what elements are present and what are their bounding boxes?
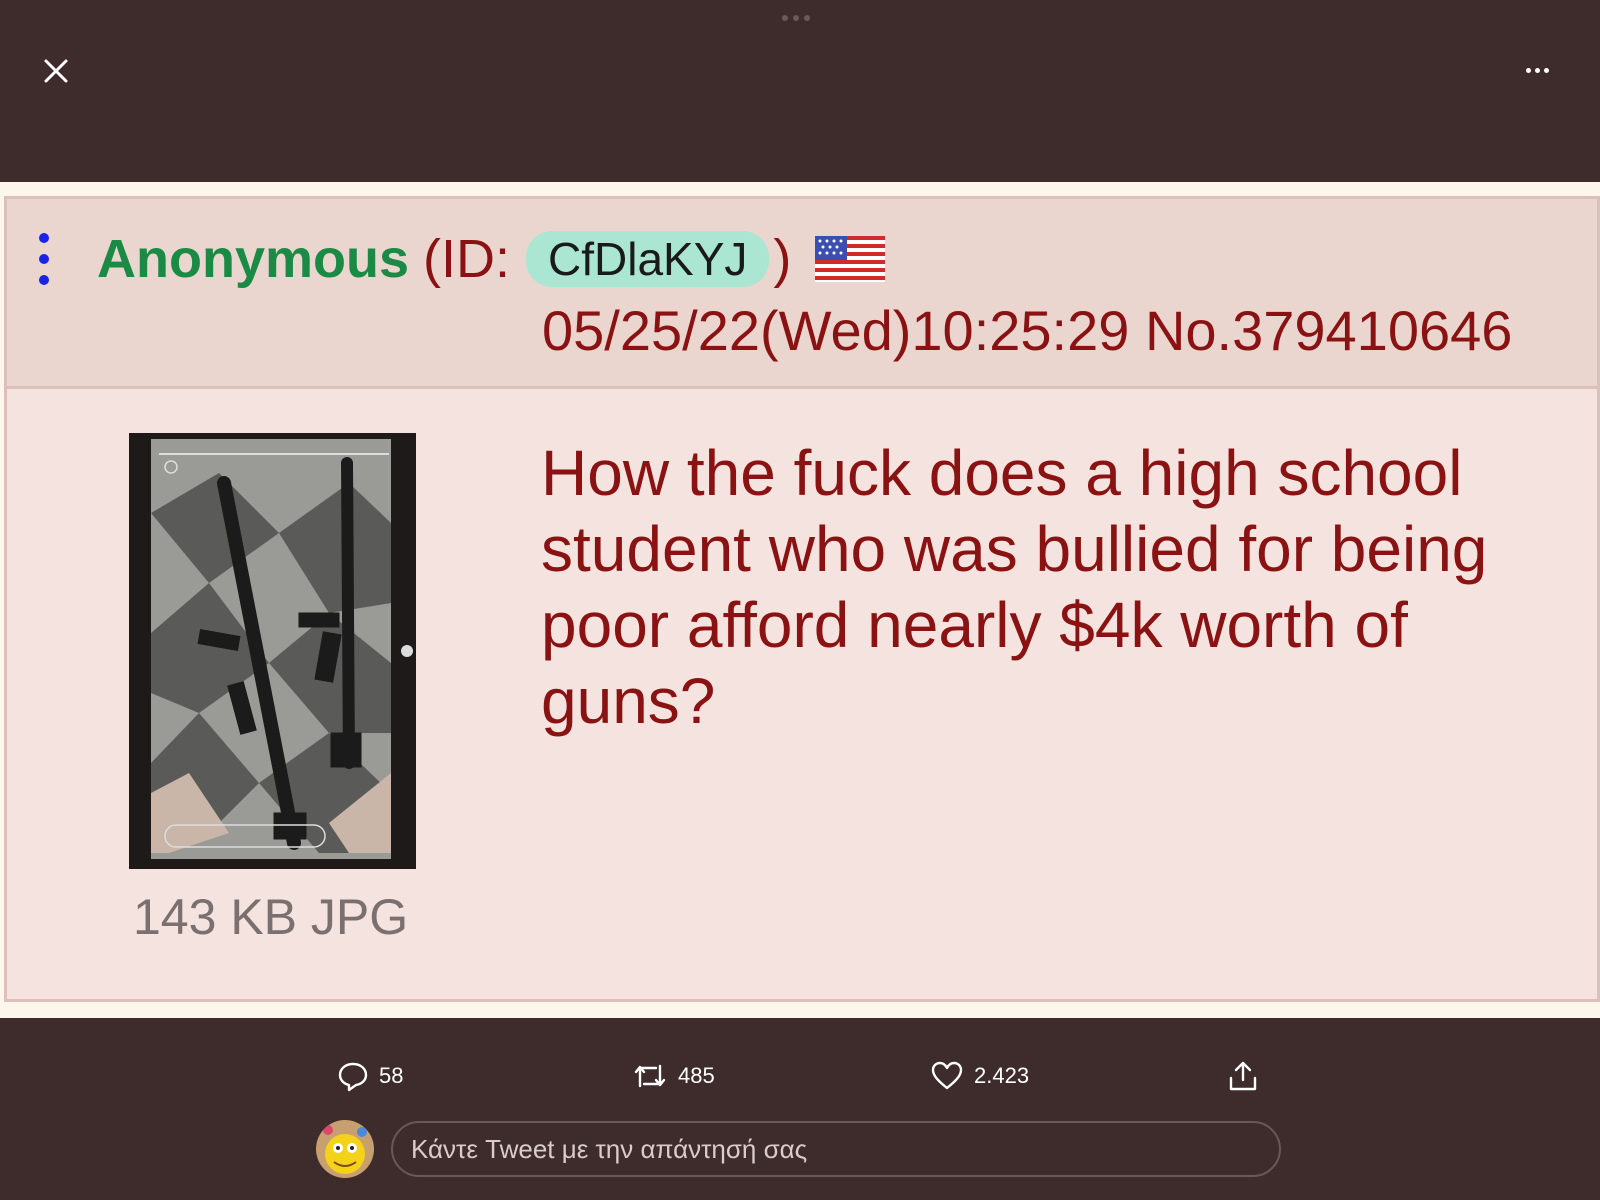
close-icon bbox=[44, 59, 68, 83]
author-name: Anonymous bbox=[97, 229, 410, 289]
more-options-button[interactable] bbox=[1526, 62, 1558, 78]
retweet-button[interactable]: 485 bbox=[632, 1056, 715, 1096]
like-button[interactable]: 2.423 bbox=[930, 1056, 1029, 1096]
author-line: Anonymous (ID: CfDlaKYJ ) bbox=[97, 229, 886, 289]
file-info: 143 KB JPG bbox=[133, 889, 409, 945]
drag-handle bbox=[782, 15, 810, 21]
share-button[interactable] bbox=[1227, 1056, 1259, 1096]
reply-count: 58 bbox=[379, 1063, 404, 1088]
post-datetime: 05/25/22(Wed)10:25:29 No.379410646 bbox=[542, 299, 1513, 362]
id-close: ) bbox=[773, 229, 792, 289]
retweet-count: 485 bbox=[678, 1063, 715, 1088]
tweet-actions: 58 485 2.423 bbox=[0, 1056, 1600, 1096]
like-count: 2.423 bbox=[974, 1063, 1030, 1088]
reply-input[interactable] bbox=[391, 1121, 1281, 1177]
us-flag-icon bbox=[815, 236, 886, 282]
retweet-icon bbox=[634, 1064, 666, 1088]
share-icon bbox=[1229, 1061, 1257, 1091]
poster-id: CfDlaKYJ bbox=[526, 231, 770, 287]
tweet-media-image[interactable]: Anonymous (ID: CfDlaKYJ ) 05/25/22(Wed)1… bbox=[0, 182, 1600, 1018]
reply-composer bbox=[316, 1118, 1286, 1180]
rifles-image bbox=[129, 433, 416, 869]
post-menu-icon bbox=[39, 233, 49, 285]
post-thumbnail[interactable] bbox=[129, 433, 416, 869]
more-horizontal-icon bbox=[1526, 67, 1531, 73]
post-header: Anonymous (ID: CfDlaKYJ ) 05/25/22(Wed)1… bbox=[7, 199, 1597, 389]
post-body: How the fuck does a high school student … bbox=[541, 437, 1488, 737]
reply-button[interactable]: 58 bbox=[337, 1056, 403, 1096]
id-label: (ID: bbox=[423, 229, 511, 289]
post-screenshot: Anonymous (ID: CfDlaKYJ ) 05/25/22(Wed)1… bbox=[4, 196, 1600, 1002]
close-button[interactable] bbox=[40, 55, 72, 87]
user-avatar-image bbox=[316, 1120, 374, 1178]
reply-icon bbox=[338, 1062, 368, 1092]
heart-icon bbox=[931, 1061, 963, 1090]
avatar[interactable] bbox=[316, 1120, 374, 1178]
